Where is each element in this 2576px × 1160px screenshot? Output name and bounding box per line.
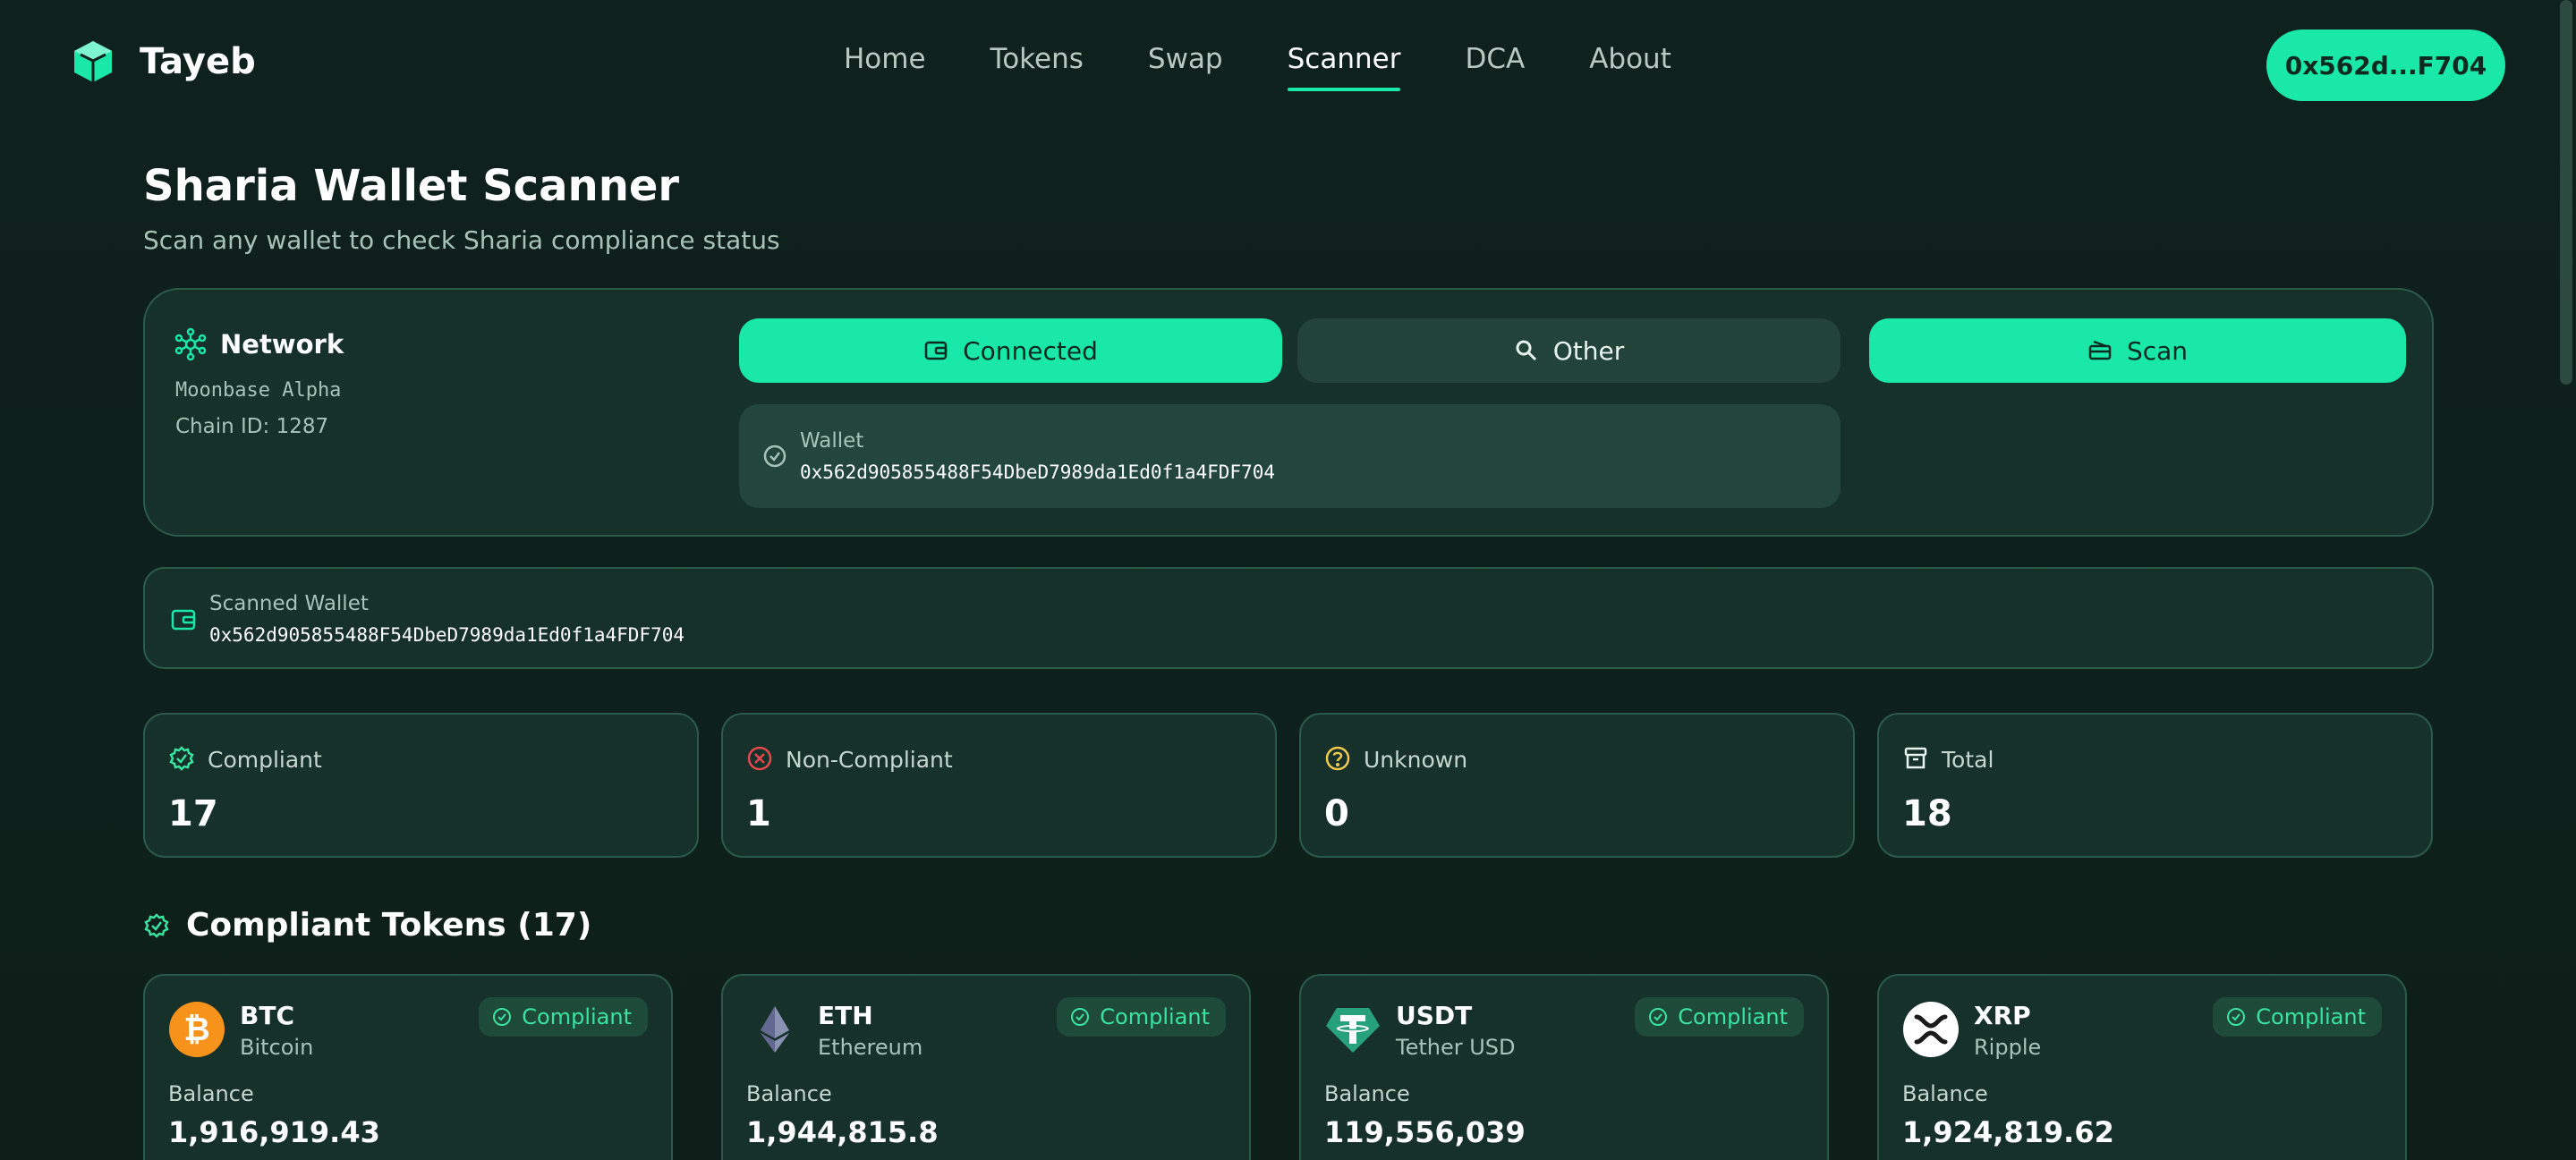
stat-value: 17 — [168, 793, 218, 834]
check-badge-icon — [144, 912, 169, 938]
main-nav: Home Tokens Swap Scanner DCA About — [844, 43, 1671, 91]
token-symbol: XRP — [1974, 1001, 2031, 1030]
cube-logo-icon — [74, 41, 112, 82]
token-name: Ripple — [1974, 1035, 2042, 1060]
compliant-badge: Compliant — [479, 997, 648, 1037]
badge-label: Compliant — [2256, 1004, 2366, 1029]
token-name: Tether USD — [1396, 1035, 1516, 1060]
page-scrollbar[interactable] — [2560, 0, 2572, 385]
stat-label: Unknown — [1364, 747, 1468, 773]
token-symbol: BTC — [240, 1001, 294, 1030]
ethereum-logo-icon — [761, 1006, 789, 1053]
balance-value: 1,924,819.62 — [1902, 1115, 2114, 1149]
chain-id: Chain ID: 1287 — [175, 415, 329, 438]
nav-about[interactable]: About — [1589, 43, 1671, 75]
search-icon — [1516, 340, 1536, 361]
x-circle-icon — [747, 746, 772, 771]
stat-non-compliant: Non-Compliant 1 — [721, 713, 1277, 858]
wallet-icon — [171, 609, 196, 631]
nav-scanner[interactable]: Scanner — [1287, 43, 1400, 91]
token-name: Ethereum — [818, 1035, 923, 1060]
check-circle-icon — [763, 445, 786, 468]
brand-logo[interactable]: Tayeb — [72, 39, 256, 84]
connected-label: Connected — [963, 335, 1098, 366]
network-name: Moonbase Alpha — [175, 379, 342, 402]
wallet-address: 0x562d905855488F54DbeD7989da1Ed0f1a4FDF7… — [800, 461, 1276, 483]
stat-compliant: Compliant 17 — [143, 713, 699, 858]
stat-total: Total 18 — [1877, 713, 2433, 858]
token-card-btc[interactable]: ₿ BTC Bitcoin Compliant Balance 1,916,91… — [143, 974, 673, 1160]
stat-value: 0 — [1324, 793, 1349, 834]
compliant-badge: Compliant — [1635, 997, 1804, 1037]
check-badge-icon — [493, 1008, 512, 1026]
wallet-icon — [924, 341, 948, 360]
top-navbar: Tayeb Home Tokens Swap Scanner DCA About… — [0, 0, 2576, 131]
badge-label: Compliant — [1100, 1004, 1210, 1029]
wallet-info-box: Wallet 0x562d905855488F54DbeD7989da1Ed0f… — [739, 404, 1841, 508]
scanned-wallet-label: Scanned Wallet — [209, 592, 369, 615]
brand-name: Tayeb — [140, 41, 256, 82]
check-badge-icon — [1071, 1008, 1090, 1026]
scanned-wallet-address: 0x562d905855488F54DbeD7989da1Ed0f1a4FDF7… — [209, 624, 685, 646]
other-label: Other — [1552, 335, 1625, 366]
question-circle-icon — [1325, 746, 1350, 771]
check-badge-icon — [2227, 1008, 2246, 1026]
compliant-tokens-heading: Compliant Tokens (17) — [143, 907, 591, 944]
token-symbol: USDT — [1396, 1001, 1473, 1030]
stat-label: Non-Compliant — [786, 747, 953, 773]
stat-label: Compliant — [208, 747, 322, 773]
token-card-xrp[interactable]: XRP Ripple Compliant Balance 1,924,819.6… — [1877, 974, 2407, 1160]
scan-icon — [2088, 340, 2112, 360]
balance-value: 1,944,815.8 — [746, 1115, 939, 1149]
badge-label: Compliant — [522, 1004, 632, 1029]
balance-value: 1,916,919.43 — [168, 1115, 380, 1149]
network-title: Network — [220, 329, 344, 360]
connected-tab-button[interactable]: Connected — [739, 318, 1282, 383]
token-name: Bitcoin — [240, 1035, 314, 1060]
scan-button[interactable]: Scan — [1869, 318, 2406, 383]
stat-label: Total — [1942, 747, 1994, 773]
page-title: Sharia Wallet Scanner — [143, 161, 680, 211]
nav-swap[interactable]: Swap — [1148, 43, 1223, 75]
balance-label: Balance — [1902, 1081, 1988, 1106]
section-title: Compliant Tokens (17) — [186, 907, 592, 944]
token-symbol: ETH — [818, 1001, 873, 1030]
archive-icon — [1904, 747, 1927, 769]
tether-logo-icon — [1326, 1008, 1380, 1053]
wallet-label: Wallet — [800, 429, 864, 453]
page-subtitle: Scan any wallet to check Sharia complian… — [143, 225, 780, 255]
bitcoin-logo-icon: ₿ — [169, 1002, 225, 1057]
compliant-badge: Compliant — [1057, 997, 1226, 1037]
nav-dca[interactable]: DCA — [1465, 43, 1525, 75]
compliant-badge: Compliant — [2213, 997, 2382, 1037]
stat-value: 18 — [1902, 793, 1952, 834]
nav-tokens[interactable]: Tokens — [990, 43, 1084, 75]
token-card-usdt[interactable]: USDT Tether USD Compliant Balance 119,55… — [1299, 974, 1829, 1160]
scan-label: Scan — [2126, 335, 2189, 366]
nav-home[interactable]: Home — [844, 43, 926, 75]
network-header: Network — [174, 327, 344, 361]
stat-value: 1 — [746, 793, 771, 834]
other-tab-button[interactable]: Other — [1297, 318, 1841, 383]
svg-text:₿: ₿ — [183, 1012, 209, 1048]
wallet-connect-button[interactable]: 0x562d...F704 — [2266, 30, 2505, 101]
scanner-panel: Network Moonbase Alpha Chain ID: 1287 Co… — [143, 288, 2434, 537]
check-badge-icon — [169, 746, 194, 771]
balance-label: Balance — [1324, 1081, 1410, 1106]
check-badge-icon — [1649, 1008, 1668, 1026]
token-card-eth[interactable]: ETH Ethereum Compliant Balance 1,944,815… — [721, 974, 1251, 1160]
badge-label: Compliant — [1678, 1004, 1788, 1029]
stat-unknown: Unknown 0 — [1299, 713, 1855, 858]
balance-label: Balance — [168, 1081, 254, 1106]
xrp-logo-icon — [1903, 1002, 1959, 1057]
network-icon — [174, 327, 207, 361]
scanned-wallet-bar: Scanned Wallet 0x562d905855488F54DbeD798… — [143, 567, 2434, 669]
balance-value: 119,556,039 — [1324, 1115, 1526, 1149]
balance-label: Balance — [746, 1081, 832, 1106]
